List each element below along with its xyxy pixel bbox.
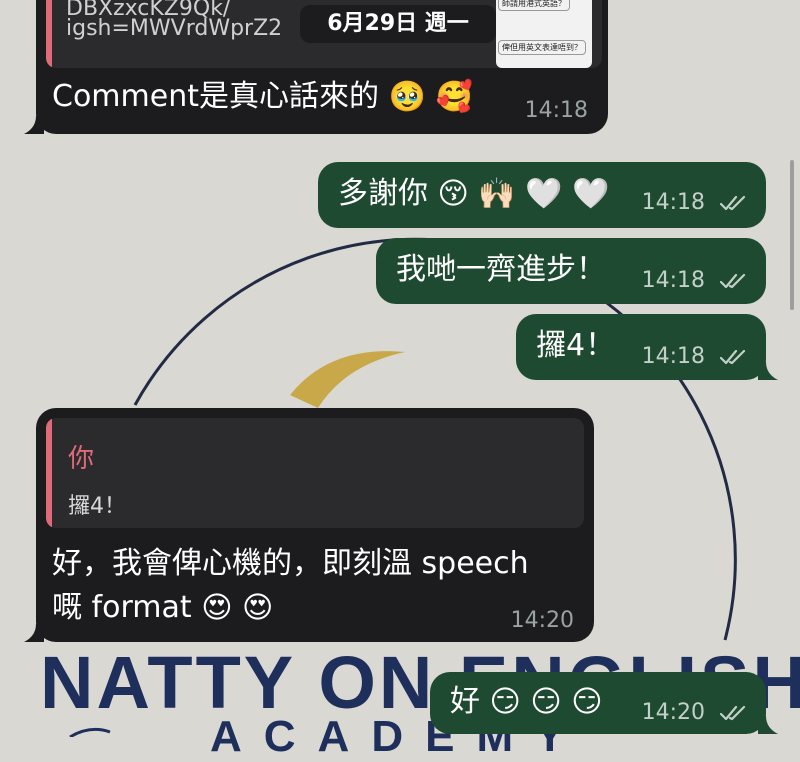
double-check-icon bbox=[720, 273, 746, 289]
reply-quote-sender: 你 bbox=[68, 444, 95, 474]
message-time-status: 14:18 bbox=[642, 268, 748, 293]
link-preview-accent-bar bbox=[46, 0, 52, 68]
message-text: 多謝你 😚 🙌🏻 🤍 🤍 bbox=[338, 174, 610, 215]
message-bubble-outgoing[interactable]: 攞4！ 14:18 bbox=[516, 314, 778, 380]
bubble-tail bbox=[24, 624, 44, 642]
message-time: 14:18 bbox=[524, 98, 588, 123]
smiling-hearts-emoji: 🥰 bbox=[435, 79, 473, 115]
message-bubble-outgoing[interactable]: 我哋一齊進步！ 14:18 bbox=[376, 238, 766, 304]
thumbnail-caption-1: 師請用港式英語？ bbox=[498, 0, 570, 11]
message-text: 攞4！ bbox=[536, 328, 616, 363]
message-time: 14:18 bbox=[641, 344, 705, 369]
double-check-icon bbox=[720, 705, 746, 721]
message-bubble-incoming[interactable]: 你 攞4！ 好，我會俾心機的，即刻溫 speech 嘅 format 😍 😍 1… bbox=[24, 408, 594, 642]
pleading-face-emoji: 🥹 bbox=[388, 79, 426, 115]
smirking-face-emoji: 😏 bbox=[489, 684, 521, 720]
thumbnail-caption-2: 俾但用英文表達唔到？ bbox=[498, 40, 586, 55]
message-bubble-outgoing[interactable]: 多謝你 😚 🙌🏻 🤍 🤍 14:18 bbox=[318, 162, 766, 228]
bubble-tail bbox=[758, 716, 778, 734]
message-text-body: Comment是真心話來的 bbox=[52, 79, 379, 114]
reply-quote-text: 攞4！ bbox=[68, 494, 126, 519]
message-text: 嘅 format 😍 😍 bbox=[52, 588, 273, 629]
message-time: 14:18 bbox=[641, 268, 705, 293]
smirking-face-emoji: 😏 bbox=[571, 684, 603, 720]
white-heart-emoji: 🤍 bbox=[572, 176, 610, 212]
raising-hands-emoji: 🙌🏻 bbox=[478, 176, 516, 212]
reply-quote-accent-bar bbox=[46, 418, 52, 528]
message-time-status: 14:18 bbox=[642, 190, 748, 215]
scrollbar[interactable] bbox=[790, 160, 794, 310]
double-check-icon bbox=[720, 349, 746, 365]
link-preview-url: igsh=MWVrdWprZ2 bbox=[66, 16, 283, 41]
message-time: 14:18 bbox=[641, 190, 705, 215]
bubble-tail bbox=[24, 116, 44, 134]
message-time-status: 14:20 bbox=[642, 700, 748, 725]
white-heart-emoji: 🤍 bbox=[525, 176, 563, 212]
message-bubble-outgoing[interactable]: 好 😏 😏 😏 14:20 bbox=[430, 672, 778, 734]
message-time-status: 14:18 bbox=[642, 344, 748, 369]
message-time: 14:20 bbox=[641, 700, 705, 725]
message-text: Comment是真心話來的 🥹 🥰 bbox=[52, 77, 473, 118]
heart-eyes-emoji: 😍 bbox=[201, 590, 233, 626]
message-text-body: 多謝你 bbox=[338, 176, 428, 211]
double-check-icon bbox=[720, 195, 746, 211]
link-preview-thumbnail: 師請用港式英語？ 俾但用英文表達唔到？ bbox=[496, 0, 592, 68]
reply-quote[interactable]: 你 攞4！ bbox=[46, 418, 584, 528]
message-text: 好 😏 😏 😏 bbox=[450, 682, 602, 723]
heart-eyes-emoji: 😍 bbox=[242, 590, 274, 626]
smirking-face-emoji: 😏 bbox=[530, 684, 562, 720]
message-text-line-1: 好，我會俾心機的，即刻溫 speech bbox=[52, 546, 529, 581]
date-separator: 6月29日 週一 bbox=[300, 5, 496, 43]
message-text: 我哋一齊進步！ bbox=[396, 252, 606, 287]
message-text-line-2: 嘅 format bbox=[52, 590, 192, 625]
kissing-face-emoji: 😚 bbox=[437, 176, 469, 212]
message-time: 14:20 bbox=[510, 608, 574, 633]
bubble-tail bbox=[758, 362, 778, 380]
message-text-body: 好 bbox=[450, 684, 480, 719]
